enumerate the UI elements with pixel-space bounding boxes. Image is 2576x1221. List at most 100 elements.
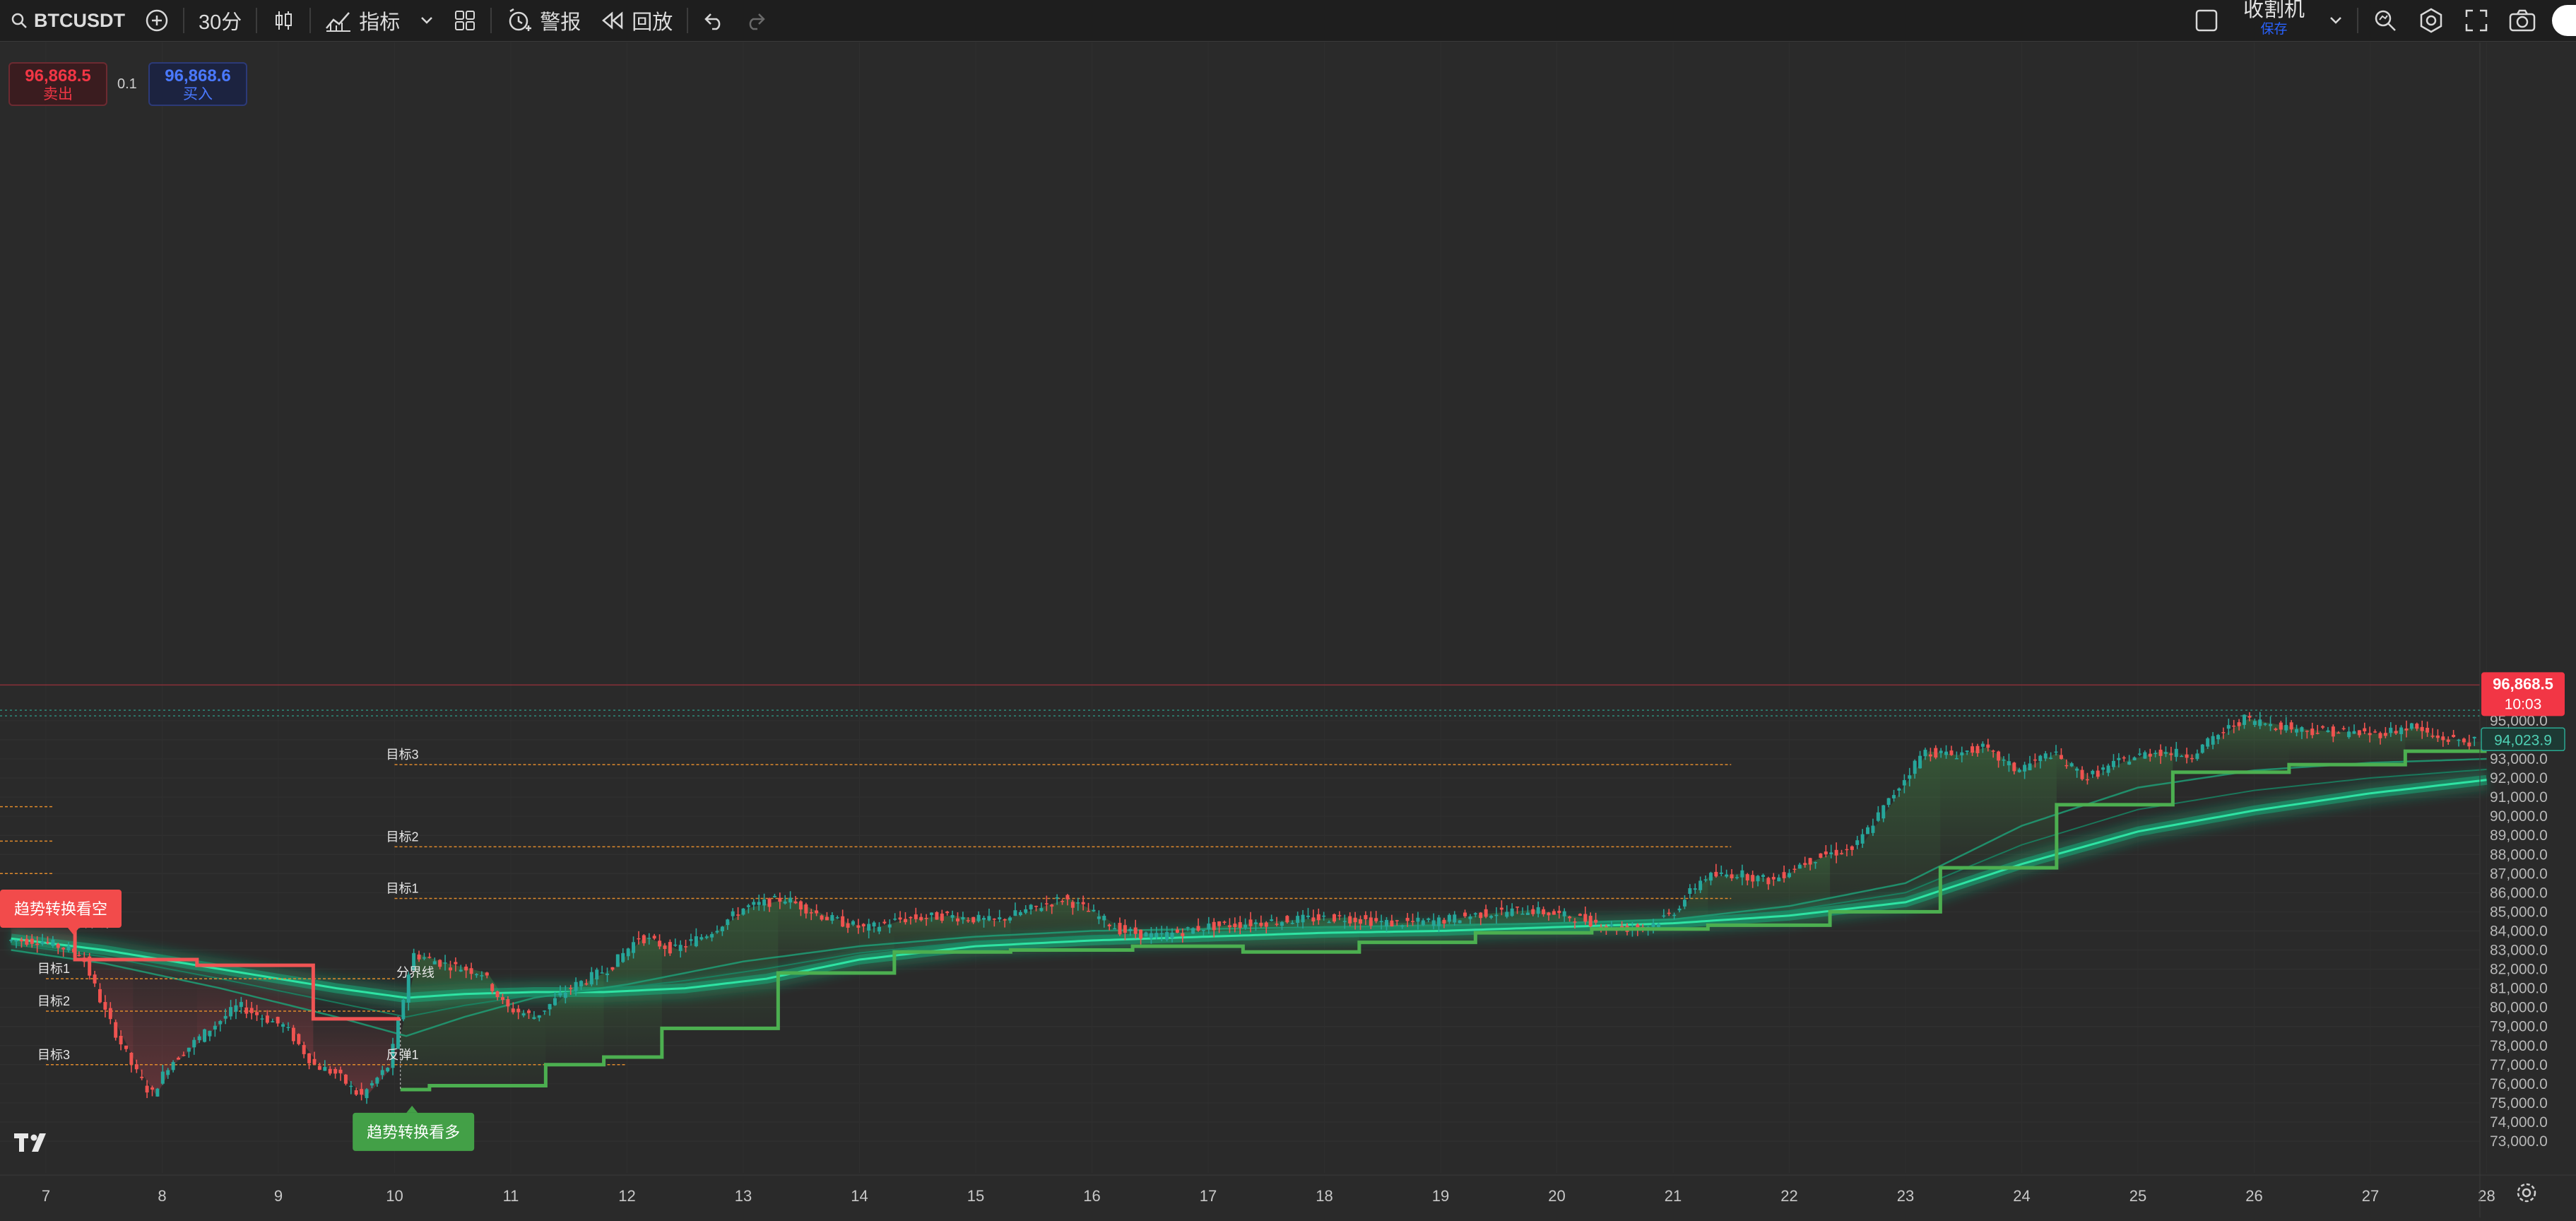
candle-body bbox=[1918, 755, 1922, 769]
candle-body bbox=[422, 957, 426, 959]
gear-icon bbox=[2514, 1183, 2539, 1208]
sell-label: 卖出 bbox=[43, 86, 73, 102]
chart-settings-button[interactable] bbox=[2408, 0, 2454, 41]
alert-button[interactable]: 警报 bbox=[496, 0, 591, 41]
layout-toggle-button[interactable] bbox=[2184, 0, 2229, 41]
candle-body bbox=[1651, 923, 1655, 927]
buy-button[interactable]: 96,868.6 买入 bbox=[148, 62, 247, 106]
candle-body bbox=[1677, 908, 1682, 911]
candle-body bbox=[9, 940, 13, 941]
candle-body bbox=[454, 962, 458, 965]
candle-body bbox=[1055, 897, 1059, 899]
candle-body bbox=[187, 1047, 191, 1052]
candle-body bbox=[1154, 933, 1159, 938]
candle-body bbox=[93, 974, 97, 984]
bullish-zone-fill bbox=[2173, 719, 2289, 772]
compare-symbol-button[interactable] bbox=[135, 0, 179, 41]
candle-body bbox=[1332, 914, 1336, 922]
candle-body bbox=[506, 999, 510, 1007]
interval-button[interactable]: 30分 bbox=[189, 0, 252, 41]
indicators-button[interactable]: 指标 bbox=[315, 0, 410, 41]
candle-body bbox=[1886, 798, 1891, 806]
candle-body bbox=[276, 1017, 280, 1024]
candle-body bbox=[1934, 748, 1938, 758]
candle-body bbox=[1662, 915, 1666, 917]
candle-body bbox=[1159, 933, 1164, 935]
fullscreen-button[interactable] bbox=[2454, 0, 2498, 41]
candle-body bbox=[1928, 754, 1932, 757]
bar-countdown: 10:03 bbox=[2505, 696, 2542, 712]
candle-body bbox=[1264, 922, 1268, 927]
candle-body bbox=[1866, 827, 1870, 834]
candle-body bbox=[213, 1025, 217, 1030]
candle-body bbox=[909, 916, 913, 919]
candle-body bbox=[543, 1010, 547, 1012]
layout-menu-dropdown[interactable] bbox=[2319, 0, 2353, 41]
candle-body bbox=[2091, 770, 2095, 774]
price-chart[interactable]: 目标3目标2目标1目标1目标2目标3反弹1分界线分界线趋势转换看空趋势转换看多 … bbox=[0, 42, 2576, 1217]
candle-body bbox=[652, 936, 656, 939]
ema-slow-line bbox=[11, 779, 2487, 999]
candle-body bbox=[961, 916, 965, 920]
candle-body bbox=[856, 925, 861, 928]
candle-body bbox=[229, 1007, 233, 1017]
undo-button[interactable] bbox=[692, 0, 735, 41]
candle-body bbox=[976, 914, 981, 921]
time-tick-label: 11 bbox=[503, 1187, 519, 1205]
target-label: 反弹1 bbox=[386, 1048, 419, 1062]
candle-body bbox=[1165, 932, 1169, 940]
candle-body bbox=[354, 1090, 358, 1095]
time-tick-label: 21 bbox=[1665, 1187, 1682, 1205]
candle-body bbox=[1149, 933, 1153, 938]
account-avatar[interactable] bbox=[2546, 0, 2576, 41]
candle-body bbox=[2467, 742, 2471, 747]
candle-body bbox=[249, 1008, 254, 1013]
candle-body bbox=[1222, 921, 1227, 923]
replay-button[interactable]: 回放 bbox=[591, 0, 683, 41]
indicator-templates-dropdown[interactable] bbox=[410, 0, 444, 41]
candle-body bbox=[1248, 919, 1253, 926]
layout-grid-button[interactable] bbox=[444, 0, 486, 41]
candle-body bbox=[1118, 923, 1122, 935]
candle-body bbox=[1405, 918, 1410, 921]
chart-type-button[interactable] bbox=[261, 0, 305, 41]
candle-body bbox=[124, 1045, 129, 1049]
candle-body bbox=[1463, 912, 1467, 916]
symbol-search[interactable]: BTCUSDT bbox=[0, 0, 135, 41]
candle-body bbox=[333, 1068, 338, 1074]
candle-body bbox=[2132, 757, 2137, 761]
candle-body bbox=[778, 897, 782, 902]
candle-body bbox=[2430, 736, 2435, 737]
sell-button[interactable]: 96,868.5 卖出 bbox=[8, 62, 107, 106]
ema-mid-line bbox=[11, 768, 2487, 1018]
toolbar-divider bbox=[256, 8, 258, 33]
candle-body bbox=[658, 940, 662, 947]
tradingview-logo[interactable] bbox=[13, 1131, 55, 1158]
candle-body bbox=[982, 918, 986, 920]
candle-body bbox=[2206, 738, 2210, 747]
candle-body bbox=[632, 942, 636, 953]
redo-button[interactable] bbox=[735, 0, 777, 41]
candle-body bbox=[2054, 751, 2058, 753]
candle-body bbox=[2426, 727, 2430, 733]
candle-body bbox=[1516, 906, 1520, 908]
candle-body bbox=[1029, 904, 1033, 910]
layout-name-button[interactable]: 收割机 保存 bbox=[2229, 0, 2319, 41]
candle-body bbox=[867, 924, 871, 931]
candle-body bbox=[500, 997, 504, 1001]
divider-label: 分界线 bbox=[396, 965, 435, 979]
quick-search-button[interactable] bbox=[2363, 0, 2408, 41]
candle-body bbox=[281, 1024, 285, 1027]
candle-body bbox=[898, 917, 902, 920]
axis-settings-button[interactable] bbox=[2514, 1180, 2539, 1209]
candle-body bbox=[1447, 914, 1451, 922]
chart-pane[interactable]: 目标3目标2目标1目标1目标2目标3反弹1分界线分界线趋势转换看空趋势转换看多 … bbox=[0, 42, 2576, 1217]
toolbar-divider bbox=[687, 8, 689, 33]
snapshot-button[interactable] bbox=[2498, 0, 2546, 41]
candle-body bbox=[600, 972, 604, 974]
candle-body bbox=[1285, 916, 1289, 923]
candle-body bbox=[297, 1034, 301, 1044]
candle-body bbox=[1003, 919, 1007, 921]
candle-body bbox=[155, 1088, 160, 1097]
price-tick-label: 76,000.0 bbox=[2490, 1076, 2548, 1092]
